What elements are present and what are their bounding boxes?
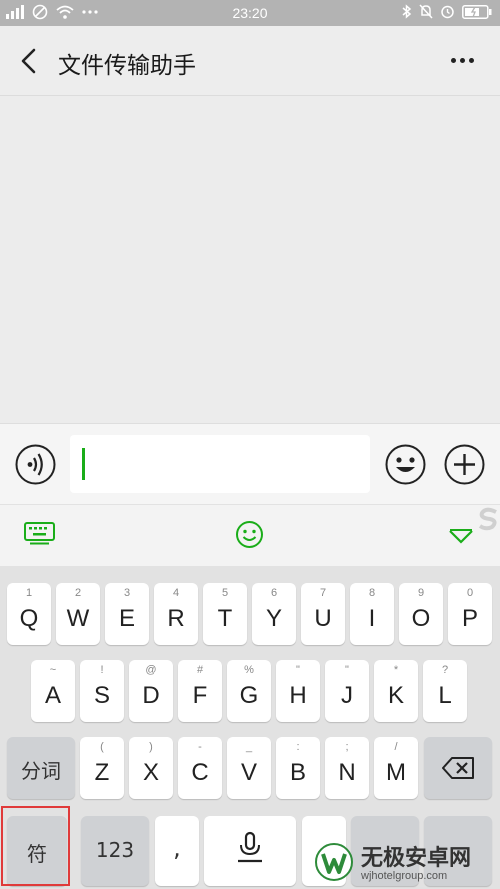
chat-title: 文件传输助手 (58, 53, 196, 79)
key-v[interactable]: _ V (227, 737, 271, 799)
add-plus-icon[interactable] (444, 444, 485, 485)
key-w[interactable]: 2W (56, 583, 100, 645)
alarm-icon (440, 4, 455, 19)
sogou-logo-icon (476, 507, 500, 536)
highlight-box (1, 806, 70, 886)
key-r[interactable]: 4R (154, 583, 198, 645)
mute-bell-icon (419, 4, 433, 19)
input-bar (0, 423, 500, 504)
bluetooth-icon (402, 4, 412, 19)
comma-key[interactable]: , (155, 816, 199, 886)
key-i[interactable]: 8I (350, 583, 394, 645)
key-a[interactable]: ~ A (31, 660, 75, 722)
watermark-logo-icon (315, 843, 353, 886)
watermark-url: wjhotelgroup.com (361, 869, 448, 882)
back-arrow-icon[interactable] (16, 46, 44, 76)
key-j[interactable]: " J (325, 660, 369, 722)
key-p[interactable]: 0P (448, 583, 492, 645)
key-f[interactable]: # F (178, 660, 222, 722)
keyboard-switch-icon[interactable] (24, 521, 55, 550)
message-area (0, 97, 500, 423)
status-bar: 23:20 (0, 0, 500, 26)
battery-icon (462, 4, 492, 19)
more-options-icon[interactable] (451, 58, 474, 63)
key-c[interactable]: -C (178, 737, 222, 799)
key-q[interactable]: 1Q (7, 583, 51, 645)
key-t[interactable]: 5T (203, 583, 247, 645)
key-n[interactable]: ; N (325, 737, 369, 799)
keyboard-emoji-icon[interactable] (235, 520, 264, 554)
microphone-icon (234, 831, 266, 868)
backspace-key[interactable] (424, 737, 492, 799)
collapse-keyboard-icon[interactable] (448, 529, 474, 550)
key-d[interactable]: @ D (129, 660, 173, 722)
key-g[interactable]: % G (227, 660, 271, 722)
key-s[interactable]: ! S (80, 660, 124, 722)
key-k[interactable]: * K (374, 660, 418, 722)
key-l[interactable]: ? L (423, 660, 467, 722)
watermark: 无极安卓网 wjhotelgroup.com (315, 843, 471, 886)
space-voice-key[interactable] (204, 816, 296, 886)
voice-input-icon[interactable] (15, 444, 56, 485)
key-m[interactable]: / M (374, 737, 418, 799)
segment-key[interactable]: 分词 (7, 737, 75, 799)
emoji-icon[interactable] (385, 444, 426, 485)
key-e[interactable]: 3E (105, 583, 149, 645)
key-y[interactable]: 6Y (252, 583, 296, 645)
key-h[interactable]: " H (276, 660, 320, 722)
keyboard-toolbar (0, 504, 500, 566)
key-o[interactable]: 9O (399, 583, 443, 645)
chat-header: 文件传输助手 (0, 26, 500, 96)
keyboard: 1Q 2W 3E 4R 5T 6Y 7U 8I 9O 0P ~ A ! S @ D #… (0, 566, 500, 889)
key-z[interactable]: (Z (80, 737, 124, 799)
text-caret (82, 448, 85, 480)
key-x[interactable]: ) X (129, 737, 173, 799)
key-u[interactable]: 7U (301, 583, 345, 645)
message-input[interactable] (70, 435, 370, 493)
backspace-icon (442, 757, 475, 784)
key-b[interactable]: :B (276, 737, 320, 799)
status-right-icons (402, 4, 492, 19)
number-key[interactable]: 123 (81, 816, 149, 886)
watermark-name: 无极安卓网 (361, 845, 472, 871)
